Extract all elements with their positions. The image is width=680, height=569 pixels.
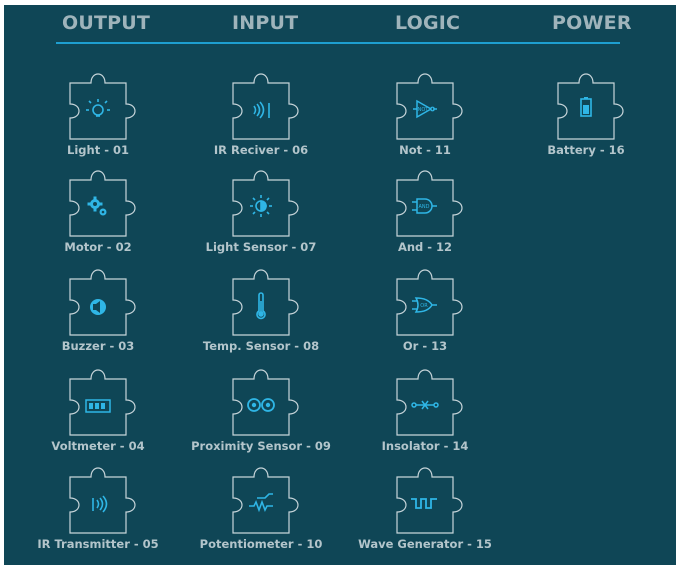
component-potentiometer[interactable]: Potentiometer - 10 (181, 467, 341, 563)
header-power: POWER (552, 12, 632, 34)
puzzle-piece (18, 73, 178, 149)
component-label: Buzzer - 03 (61, 339, 135, 353)
isolator-icon (411, 400, 439, 410)
component-label: Light Sensor - 07 (205, 240, 317, 254)
component-label: Proximity Sensor - 09 (191, 439, 331, 453)
ir-transmitter-icon (92, 495, 108, 513)
battery-icon (580, 97, 592, 117)
component-ir-receiver[interactable]: IR Reciver - 06 (181, 73, 341, 169)
half-sun-icon (250, 195, 272, 217)
square-wave-icon (411, 498, 437, 509)
header-underline (56, 42, 620, 44)
component-label: Voltmeter - 04 (51, 439, 145, 453)
component-battery[interactable]: Battery - 16 (506, 73, 666, 169)
header-logic: LOGIC (395, 12, 461, 34)
component-light-sensor[interactable]: Light Sensor - 07 (181, 170, 341, 266)
component-not[interactable]: NOT Not - 11 (345, 73, 505, 169)
eyes-icon (247, 398, 275, 412)
or-gate-icon: OR (412, 297, 437, 313)
component-label: Motor - 02 (64, 240, 132, 254)
puzzle-piece (506, 73, 666, 149)
puzzle-piece (181, 170, 341, 246)
speaker-icon (90, 299, 106, 315)
component-label: Light - 01 (67, 143, 129, 157)
component-or[interactable]: OR Or - 13 (345, 269, 505, 365)
component-label: Insolator - 14 (381, 439, 469, 453)
component-label: Potentiometer - 10 (199, 537, 323, 551)
component-label: Not - 11 (399, 143, 451, 157)
component-ir-transmitter[interactable]: IR Transmitter - 05 (18, 467, 178, 563)
component-wave-generator[interactable]: Wave Generator - 15 (345, 467, 505, 563)
puzzle-piece (181, 467, 341, 543)
puzzle-piece: NOT (345, 73, 505, 149)
component-motor[interactable]: Motor - 02 (18, 170, 178, 266)
puzzle-piece: AND (345, 170, 505, 246)
component-label: Battery - 16 (547, 143, 625, 157)
and-gate-icon: AND (412, 198, 437, 214)
header-output: OUTPUT (62, 12, 151, 34)
component-label: Temp. Sensor - 08 (202, 339, 320, 353)
puzzle-piece (345, 369, 505, 445)
potentiometer-icon (249, 493, 273, 513)
puzzle-piece (18, 170, 178, 246)
gears-icon (87, 196, 107, 216)
component-buzzer[interactable]: Buzzer - 03 (18, 269, 178, 365)
svg-text:NOT: NOT (418, 107, 430, 113)
component-label: Or - 13 (402, 339, 448, 353)
component-light[interactable]: Light - 01 (18, 73, 178, 169)
puzzle-piece: OR (345, 269, 505, 345)
component-temp-sensor[interactable]: Temp. Sensor - 08 (181, 269, 341, 365)
component-and[interactable]: AND And - 12 (345, 170, 505, 266)
battery-level-icon (85, 399, 111, 413)
thermometer-icon (256, 292, 266, 320)
header-input: INPUT (232, 12, 299, 34)
component-isolator[interactable]: Insolator - 14 (345, 369, 505, 465)
component-label: Wave Generator - 15 (358, 537, 492, 551)
component-label: IR Transmitter - 05 (37, 537, 159, 551)
svg-text:OR: OR (420, 303, 428, 309)
puzzle-piece (181, 73, 341, 149)
component-proximity-sensor[interactable]: Proximity Sensor - 09 (181, 369, 341, 465)
component-voltmeter[interactable]: Voltmeter - 04 (18, 369, 178, 465)
bulb-icon (86, 99, 110, 117)
puzzle-piece (181, 269, 341, 345)
component-label: And - 12 (397, 240, 453, 254)
svg-text:AND: AND (418, 204, 429, 210)
puzzle-piece (18, 369, 178, 445)
puzzle-piece (345, 467, 505, 543)
puzzle-piece (18, 269, 178, 345)
ir-receiver-icon (253, 101, 270, 119)
not-gate-icon: NOT (413, 99, 437, 119)
puzzle-piece (181, 369, 341, 445)
puzzle-piece (18, 467, 178, 543)
component-label: IR Reciver - 06 (213, 143, 309, 157)
